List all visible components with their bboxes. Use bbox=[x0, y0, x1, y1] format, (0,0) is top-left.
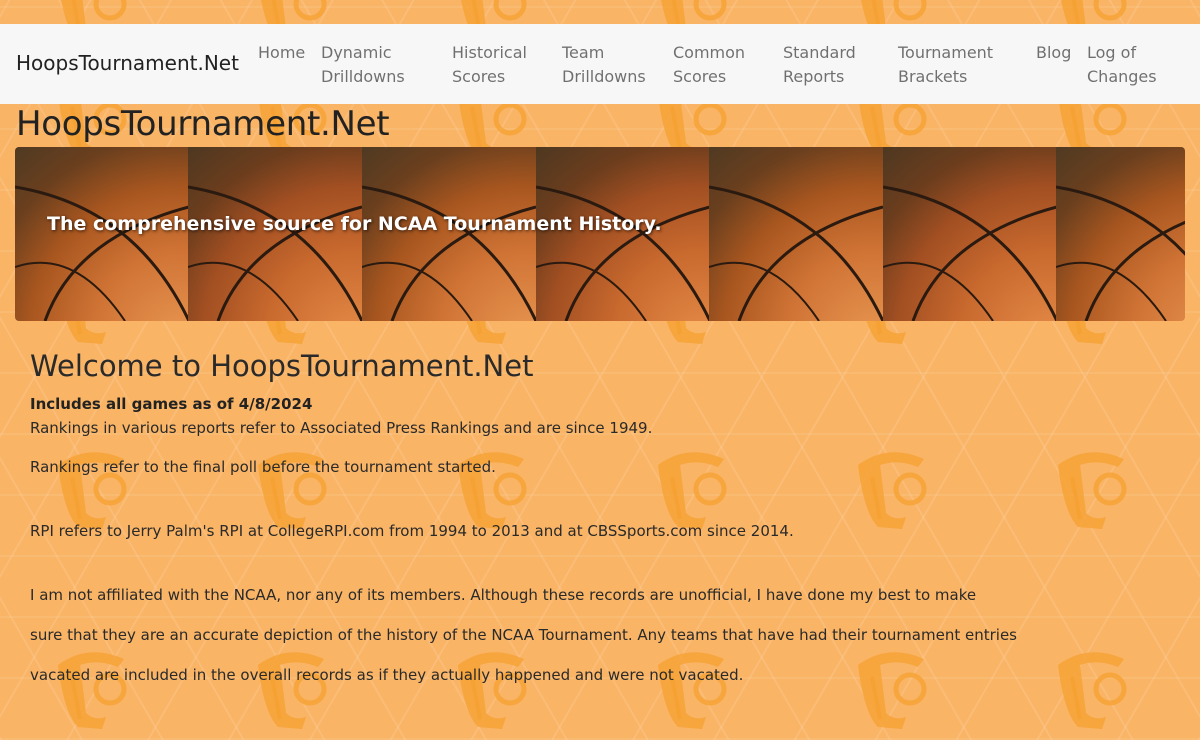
site-title: HoopsTournament.Net bbox=[16, 104, 390, 144]
paragraph-disclaimer-line1: I am not affiliated with the NCAA, nor a… bbox=[30, 586, 977, 604]
nav-log-of-changes[interactable]: Log of Changes bbox=[1087, 41, 1157, 89]
paragraph-rpi: RPI refers to Jerry Palm's RPI at Colleg… bbox=[30, 522, 794, 540]
basketball-tile bbox=[1056, 147, 1185, 321]
basketball-tile bbox=[883, 147, 1057, 321]
welcome-heading: Welcome to HoopsTournament.Net bbox=[30, 349, 534, 383]
paragraph-rankings-ap: Rankings in various reports refer to Ass… bbox=[30, 419, 653, 437]
banner-tagline: The comprehensive source for NCAA Tourna… bbox=[47, 213, 662, 235]
banner-image: The comprehensive source for NCAA Tourna… bbox=[15, 147, 1185, 321]
nav-dynamic-drilldowns[interactable]: Dynamic Drilldowns bbox=[321, 41, 405, 89]
paragraph-disclaimer-line3: vacated are included in the overall reco… bbox=[30, 666, 744, 684]
nav-common-scores[interactable]: Common Scores bbox=[673, 41, 745, 89]
paragraph-disclaimer-line2: sure that they are an accurate depiction… bbox=[30, 626, 1017, 644]
brand-link[interactable]: HoopsTournament.Net bbox=[16, 51, 239, 75]
nav-historical-scores[interactable]: Historical Scores bbox=[452, 41, 527, 89]
basketball-tile bbox=[709, 147, 883, 321]
as-of-date: Includes all games as of 4/8/2024 bbox=[30, 395, 313, 413]
paragraph-rankings-final-poll: Rankings refer to the final poll before … bbox=[30, 458, 496, 476]
nav-team-drilldowns[interactable]: Team Drilldowns bbox=[562, 41, 646, 89]
nav-tournament-brackets[interactable]: Tournament Brackets bbox=[898, 41, 993, 89]
top-navbar: HoopsTournament.Net Home Dynamic Drilldo… bbox=[0, 24, 1200, 104]
nav-blog[interactable]: Blog bbox=[1036, 41, 1071, 65]
nav-home[interactable]: Home bbox=[258, 41, 305, 65]
nav-standard-reports[interactable]: Standard Reports bbox=[783, 41, 856, 89]
